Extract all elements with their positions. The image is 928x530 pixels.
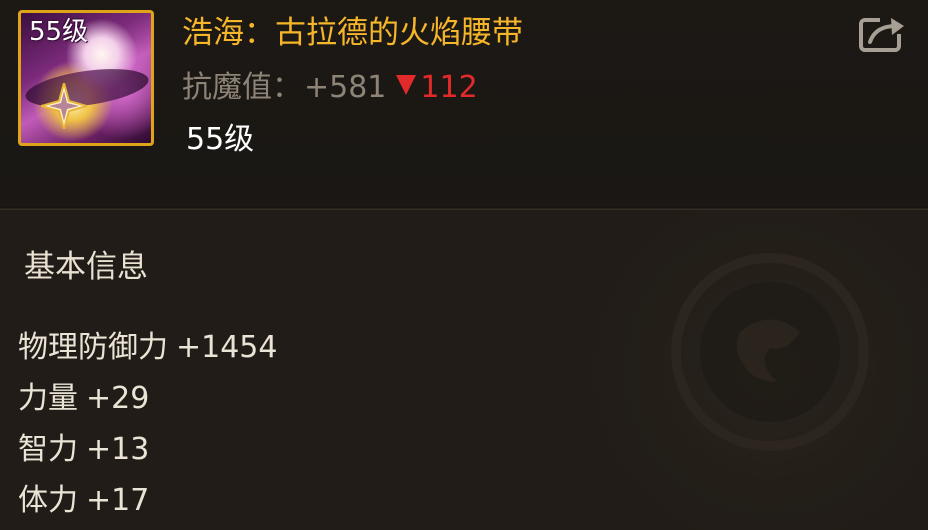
basic-info-title: 基本信息 — [24, 249, 148, 285]
item-level: 55级 — [186, 122, 255, 157]
down-arrow-icon — [396, 75, 417, 95]
attribute-value: +29 — [86, 381, 150, 416]
attribute-label: 力量 — [18, 381, 78, 416]
share-icon[interactable] — [858, 14, 910, 54]
attribute-value: +13 — [86, 432, 150, 467]
magic-resist-delta-value: 112 — [420, 70, 478, 105]
item-header: 55级 浩海：古拉德的火焰腰带 抗魔值：+581 112 55级 — [0, 0, 928, 208]
attribute-label: 物理防御力 — [18, 330, 168, 365]
emblem-watermark-icon — [671, 253, 869, 451]
item-name: 浩海：古拉德的火焰腰带 — [182, 15, 523, 51]
magic-resist-label: 抗魔值： — [182, 70, 302, 105]
attribute-label: 智力 — [18, 432, 78, 467]
belt-item-icon[interactable]: 55级 — [18, 10, 154, 146]
magic-resist-value: +581 — [304, 70, 387, 105]
attribute-row-strength: 力量 +29 — [18, 379, 149, 419]
magic-resist-delta: 112 — [396, 70, 478, 105]
item-icon-level-badge: 55级 — [29, 17, 89, 47]
attribute-row-stamina: 体力 +17 — [18, 481, 149, 521]
item-details-panel: 基本信息 物理防御力 +1454 力量 +29 智力 +13 体力 +17 — [0, 210, 928, 530]
sparkle-icon — [41, 83, 87, 129]
attribute-label: 体力 — [18, 483, 78, 518]
attribute-value: +1454 — [176, 330, 278, 365]
attribute-row-physical-defense: 物理防御力 +1454 — [18, 328, 277, 368]
attribute-value: +17 — [86, 483, 150, 518]
magic-resist-stat: 抗魔值：+581 112 — [182, 68, 478, 108]
attribute-row-intelligence: 智力 +13 — [18, 430, 149, 470]
